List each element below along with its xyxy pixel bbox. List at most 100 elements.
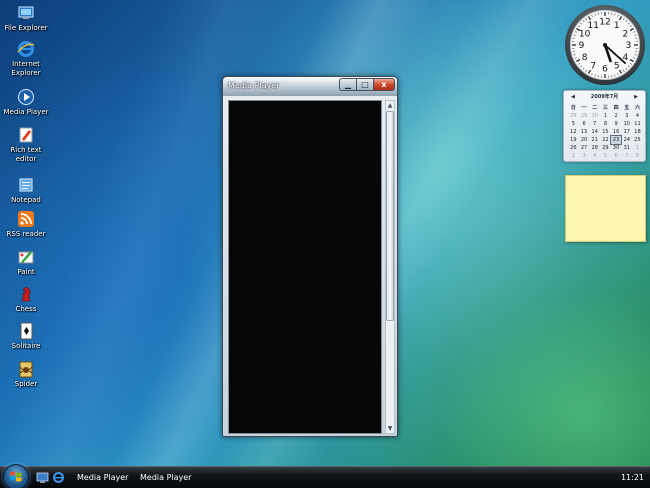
chess-icon (21, 286, 31, 302)
desktop-icon-internet-explorer[interactable]: Internet Explorer (0, 40, 52, 78)
calendar-week-row: 26 27 28 29 30 31 1 (568, 144, 643, 152)
calendar-day[interactable]: 30 (611, 144, 622, 152)
calendar-day[interactable]: 15 (600, 128, 611, 136)
start-button[interactable] (3, 464, 29, 488)
video-area[interactable] (228, 100, 382, 434)
clock-number: 7 (590, 62, 596, 72)
calendar-day[interactable]: 27 (579, 144, 590, 152)
calendar-day[interactable]: 7 (621, 152, 632, 160)
calendar-day[interactable]: 14 (589, 128, 600, 136)
scroll-up-button[interactable]: ▲ (386, 101, 394, 110)
calendar-day[interactable]: 5 (600, 152, 611, 160)
close-button[interactable]: x (373, 78, 395, 91)
calendar-day[interactable]: 28 (568, 112, 579, 120)
rich-text-editor-icon (19, 127, 33, 143)
desktop-icon-media-player[interactable]: Media Player (0, 88, 52, 117)
calendar-next-icon[interactable]: ▶ (634, 92, 638, 102)
desktop-icon-rss-reader[interactable]: RSS reader (0, 210, 52, 239)
clock-number: 5 (614, 62, 620, 72)
calendar-day[interactable]: 28 (589, 144, 600, 152)
calendar-weekday: 三 (602, 105, 608, 111)
calendar-day[interactable]: 9 (611, 120, 622, 128)
taskbar-item-media-player-2[interactable]: Media Player (136, 469, 198, 487)
calendar-day[interactable]: 24 (621, 136, 632, 144)
minimize-icon: ▁ (344, 80, 352, 89)
calendar-day[interactable]: 12 (568, 128, 579, 136)
vertical-scrollbar[interactable]: ▲ ▼ (385, 100, 395, 434)
calendar-day[interactable]: 31 (621, 144, 632, 152)
calendar-day[interactable]: 20 (579, 136, 590, 144)
calendar-weekday: 二 (592, 105, 598, 111)
desktop-icon-label: Internet Explorer (11, 60, 41, 77)
calendar-day[interactable]: 11 (632, 120, 643, 128)
calendar-day[interactable]: 1 (632, 144, 643, 152)
calendar-day[interactable]: 29 (600, 144, 611, 152)
calendar-day[interactable]: 22 (600, 136, 611, 144)
calendar-month: 2009年7月 (590, 94, 619, 100)
internet-explorer-quicklaunch-icon[interactable] (52, 471, 65, 484)
calendar-day[interactable]: 8 (600, 120, 611, 128)
desktop-icon-rich-text-editor[interactable]: Rich text editor (0, 126, 52, 164)
window-titlebar[interactable]: Media Player ▁ □ x (223, 77, 397, 96)
calendar-day[interactable]: 17 (621, 128, 632, 136)
calendar-weekday: 五 (624, 105, 630, 111)
calendar-day[interactable]: 1 (600, 112, 611, 120)
notepad-icon (19, 178, 33, 192)
clock-gadget[interactable]: 12 1234567891011 (564, 4, 646, 86)
windows-logo-icon (10, 471, 22, 482)
clock-number: 3 (626, 41, 632, 51)
show-desktop-icon[interactable] (36, 471, 49, 484)
calendar-day[interactable]: 2 (611, 112, 622, 120)
desktop-icon-notepad[interactable]: Notepad (0, 176, 52, 205)
desktop-icon-file-explorer[interactable]: File Explorer (0, 4, 52, 33)
scroll-down-button[interactable]: ▼ (386, 424, 394, 433)
taskbar-item-media-player[interactable]: Media Player (73, 469, 135, 487)
window-title: Media Player (228, 81, 280, 90)
calendar-gadget: ◀ 2009年7月 ▶ 日一二三四五六 28 29 30 1 2 3 4 5 6 7 8 9 10 11 12… (563, 90, 646, 162)
calendar-day[interactable]: 7 (589, 120, 600, 128)
desktop-icon-label: Rich text editor (10, 146, 42, 163)
scrollbar-thumb[interactable] (386, 111, 394, 321)
calendar-day[interactable]: 25 (632, 136, 643, 144)
desktop-icon-label: Media Player (3, 108, 49, 116)
calendar-week-row: 5 6 7 8 9 10 11 (568, 120, 643, 128)
calendar-day[interactable]: 3 (579, 152, 590, 160)
calendar-day[interactable]: 2 (568, 152, 579, 160)
maximize-button[interactable]: □ (356, 78, 374, 91)
calendar-day[interactable]: 5 (568, 120, 579, 128)
calendar-day[interactable]: 6 (579, 120, 590, 128)
calendar-day[interactable]: 21 (589, 136, 600, 144)
file-explorer-icon (18, 6, 34, 19)
clock-number: 10 (579, 29, 591, 39)
clock-number: 11 (588, 21, 599, 31)
calendar-day[interactable]: 19 (568, 136, 579, 144)
calendar-day[interactable]: 29 (579, 112, 590, 120)
calendar-day[interactable]: 3 (621, 112, 632, 120)
desktop-icon-label: Spider (14, 380, 38, 388)
calendar-day[interactable]: 6 (611, 152, 622, 160)
desktop-icon-solitaire[interactable]: Solitaire (0, 322, 52, 351)
calendar-day[interactable]: 18 (632, 128, 643, 136)
taskbar: Media Player Media Player 11:21 (0, 464, 650, 488)
calendar-day[interactable]: 8 (632, 152, 643, 160)
desktop-icon-label: File Explorer (4, 24, 48, 32)
calendar-day[interactable]: 4 (589, 152, 600, 160)
calendar-day[interactable]: 26 (568, 144, 579, 152)
calendar-day[interactable]: 13 (579, 128, 590, 136)
close-icon: x (381, 80, 387, 89)
desktop-icon-paint[interactable]: Paint (0, 248, 52, 277)
clock-number: 1 (614, 21, 620, 31)
calendar-week-row: 12 13 14 15 16 17 18 (568, 128, 643, 136)
minimize-button[interactable]: ▁ (339, 78, 357, 91)
calendar-day[interactable]: 16 (611, 128, 622, 136)
tray-clock[interactable]: 11:21 (621, 467, 644, 488)
calendar-day[interactable]: 23 (609, 135, 623, 145)
calendar-day[interactable]: 4 (632, 112, 643, 120)
desktop-icon-spider[interactable]: Spider (0, 360, 52, 389)
calendar-day[interactable]: 10 (621, 120, 632, 128)
clock-center (603, 43, 607, 47)
desktop-icon-label: Chess (15, 305, 37, 313)
sticky-note-gadget[interactable] (565, 175, 646, 242)
desktop-icon-chess[interactable]: Chess (0, 285, 52, 314)
calendar-day[interactable]: 30 (589, 112, 600, 120)
